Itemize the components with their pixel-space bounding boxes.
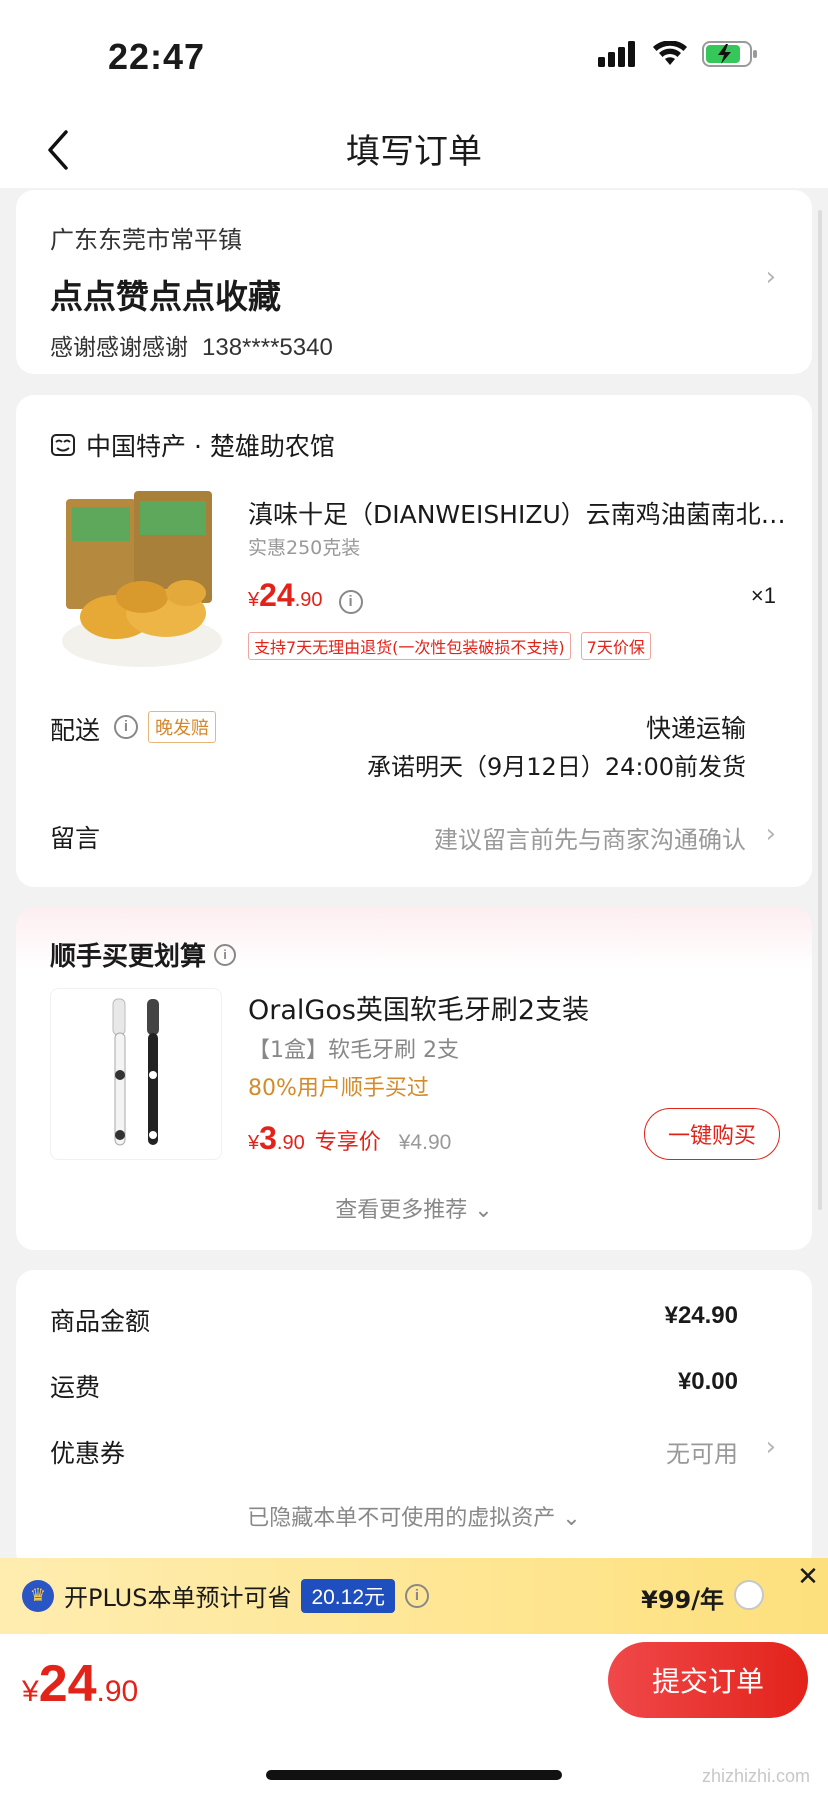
recommend-title-text: 顺手买更划算 (50, 942, 207, 972)
wifi-icon (653, 41, 687, 65)
contact-name: 感谢感谢感谢 (50, 335, 188, 361)
contact-phone: 138****5340 (202, 334, 333, 361)
plus-promo-text: 开PLUS本单预计可省 (64, 1584, 292, 1612)
more-recommend-link[interactable]: 查看更多推荐 ⌄ (16, 1192, 812, 1224)
bottom-bar: ¥ 24 .90 提交订单 zhizhizhi.com (0, 1634, 828, 1795)
plus-radio[interactable] (734, 1580, 764, 1610)
chevron-right-icon: › (765, 819, 776, 849)
info-icon[interactable]: i (405, 1583, 430, 1608)
summary-label: 优惠券 (50, 1439, 126, 1468)
product-tags: 支持7天无理由退货(一次性包装破损不支持) 7天价保 (248, 632, 651, 660)
shop-icon (51, 434, 75, 456)
watermark: zhizhizhi.com (701, 1766, 810, 1786)
price-integer: 3 (259, 1120, 277, 1156)
info-icon[interactable]: i (338, 590, 363, 614)
shipping-method[interactable]: 快递运输 (646, 709, 746, 745)
summary-row: 运费 ¥0.00 (50, 1368, 738, 1404)
summary-card: 商品金额 ¥24.90 运费 ¥0.00 优惠券 无可用 › 已隐藏本单不可使用… (16, 1270, 812, 1570)
remark-input[interactable]: 建议留言前先与商家沟通确认 (434, 820, 746, 855)
chevron-right-icon: › (765, 262, 776, 292)
exclusive-price-label: 专享价 (314, 1130, 381, 1155)
summary-value: 无可用 (666, 1440, 738, 1468)
product-price: ¥ 24 .90 i (248, 577, 363, 614)
status-time: 22:47 (108, 36, 206, 77)
plus-saving-amount: 20.12元 (301, 1578, 396, 1613)
address-card[interactable]: 广东东莞市常平镇 点点赞点点收藏 感谢感谢感谢 138****5340 › (16, 190, 812, 374)
plus-fee: ¥99/年 (641, 1586, 724, 1614)
plus-promo-content: ♛ 开PLUS本单预计可省 20.12元 i (22, 1578, 430, 1613)
shipping-info-icon[interactable]: i (114, 715, 138, 739)
total-price: ¥ 24 .90 (22, 1654, 138, 1714)
price-decimal: .90 (96, 1675, 139, 1708)
shop-row[interactable]: 中国特产 · 楚雄助农馆 (50, 427, 335, 463)
page-title: 填写订单 (346, 132, 482, 172)
home-indicator[interactable] (266, 1770, 562, 1780)
summary-label: 运费 (50, 1373, 101, 1402)
service-tag: 支持7天无理由退货(一次性包装破损不支持) (248, 632, 571, 660)
signal-icon (598, 41, 635, 67)
summary-label: 商品金额 (50, 1307, 151, 1336)
price-currency: ¥ (22, 1675, 39, 1708)
address-contact: 感谢感谢感谢 138****5340 (50, 328, 333, 362)
shop-name: 中国特产 · 楚雄助农馆 (86, 432, 335, 461)
product-spec: 实惠250克装 (248, 537, 361, 559)
nav-bar: 填写订单 (0, 110, 828, 188)
price-integer: 24 (38, 1655, 97, 1713)
recommend-title: 顺手买更划算 i (50, 936, 237, 973)
summary-row: 商品金额 ¥24.90 (50, 1302, 738, 1338)
recommend-image[interactable] (50, 988, 222, 1160)
summary-value: ¥24.90 (664, 1302, 738, 1329)
recommend-price: ¥ 3 .90 专享价 ¥4.90 (248, 1120, 451, 1157)
submit-order-button[interactable]: 提交订单 (608, 1642, 808, 1718)
shipping-badge: 晚发赔 (148, 711, 216, 743)
crown-icon: ♛ (22, 1579, 54, 1612)
order-card: 中国特产 · 楚雄助农馆 滇味十足（DIANWEISHIZU）云南鸡油菌南北干货… (16, 395, 812, 887)
status-bar: 22:47 (0, 0, 828, 110)
coupon-row[interactable]: 优惠券 无可用 (50, 1434, 738, 1470)
service-tag: 7天价保 (580, 632, 651, 660)
address-region: 广东东莞市常平镇 (50, 226, 242, 254)
more-recommend-label: 查看更多推荐 (335, 1198, 468, 1223)
product-quantity: ×1 (750, 583, 776, 608)
recommend-spec: 【1盒】软毛牙刷 2支 (248, 1038, 459, 1063)
price-integer: 24 (259, 577, 295, 613)
recommend-card: 顺手买更划算 i OralGos英国软毛牙刷2支装 【1盒】软毛牙刷 2支 80… (16, 908, 812, 1250)
hidden-assets-label: 已隐藏本单不可使用的虚拟资产 (247, 1506, 556, 1531)
hidden-assets-toggle[interactable]: 已隐藏本单不可使用的虚拟资产 ⌄ (16, 1500, 812, 1532)
address-detail: 点点赞点点收藏 (50, 277, 281, 316)
shipping-promise: 承诺明天（9月12日）24:00前发货 (367, 753, 746, 781)
chevron-down-icon: ⌄ (474, 1198, 493, 1223)
price-currency: ¥ (248, 1132, 260, 1154)
price-decimal: .90 (294, 589, 323, 611)
one-click-buy-button[interactable]: 一键购买 (644, 1108, 780, 1160)
price-currency: ¥ (248, 589, 260, 611)
battery-icon (702, 41, 757, 67)
product-title[interactable]: 滇味十足（DIANWEISHIZU）云南鸡油菌南北干货 (248, 495, 788, 531)
price-decimal: .90 (276, 1132, 305, 1154)
close-icon[interactable]: ✕ (788, 1558, 828, 1598)
plus-promo-bar[interactable]: ♛ 开PLUS本单预计可省 20.12元 i ¥99/年 ✕ (0, 1558, 828, 1634)
summary-value: ¥0.00 (677, 1368, 738, 1395)
remark-label: 留言 (50, 824, 101, 853)
original-price: ¥4.90 (398, 1131, 452, 1154)
recommend-social-proof: 80%用户顺手买过 (248, 1076, 429, 1101)
recommend-name[interactable]: OralGos英国软毛牙刷2支装 (248, 988, 589, 1027)
scrollbar[interactable] (818, 210, 822, 1210)
shipping-label: 配送 (50, 716, 101, 745)
status-icons (598, 40, 758, 68)
chevron-right-icon: › (765, 1432, 776, 1462)
product-image[interactable] (46, 487, 238, 679)
info-icon[interactable]: i (214, 943, 237, 966)
chevron-down-icon: ⌄ (562, 1506, 581, 1531)
